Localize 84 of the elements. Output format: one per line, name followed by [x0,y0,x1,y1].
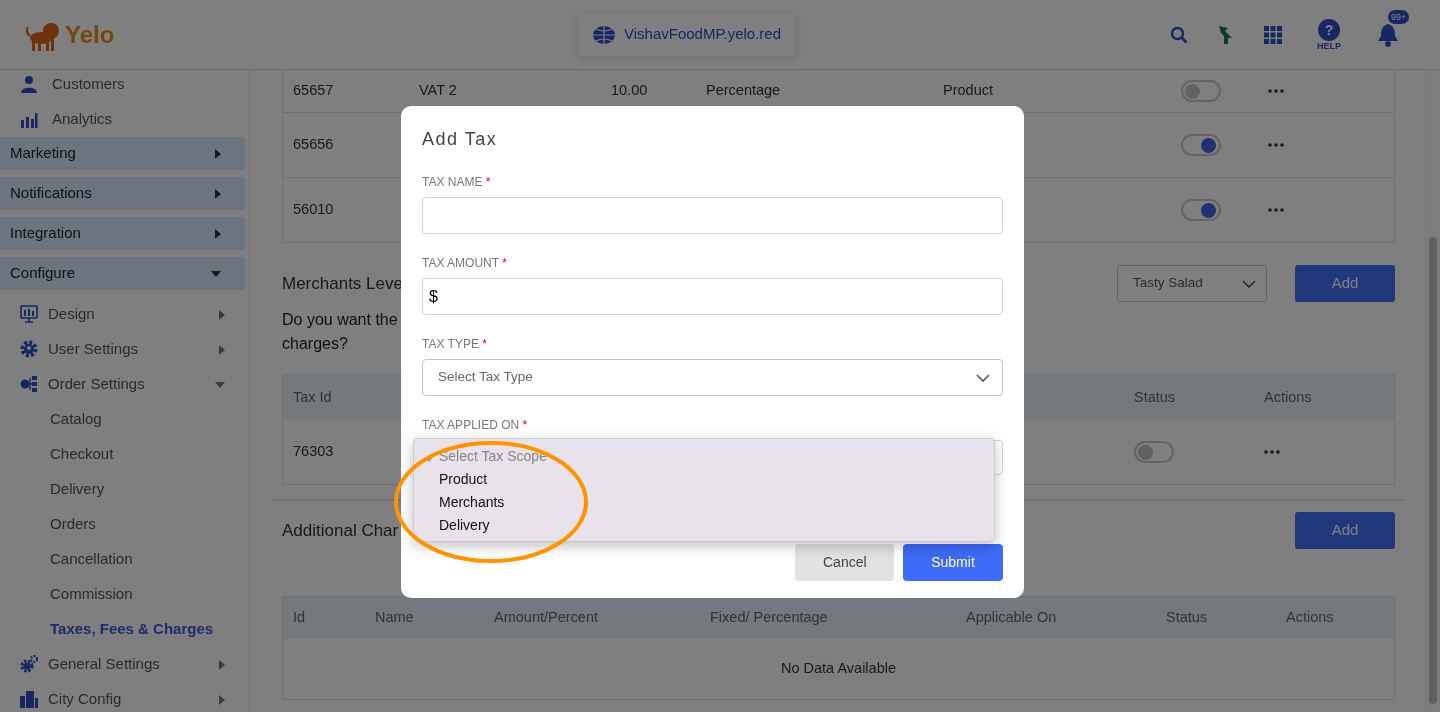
chevron-down-icon [976,373,990,382]
question-text: Do you want the [282,310,398,330]
sidebar-item[interactable]: User Settings [0,332,249,367]
dropdown-option[interactable]: Merchants [414,491,994,514]
table-cell: 76303 [293,443,334,460]
column-header: Tax Id [293,388,332,405]
toggle-switch[interactable] [1181,199,1221,221]
column-header: Status [1166,609,1208,626]
sidebar-item[interactable]: Commission [0,577,249,612]
toggle-switch[interactable] [1134,441,1174,463]
submit-button[interactable]: Submit [903,544,1003,581]
question-text: charges? [282,334,348,354]
column-header: Actions [1264,388,1312,405]
column-header: Name [375,609,414,626]
search-icon[interactable] [1170,25,1188,44]
sidebar-item[interactable]: Taxes, Fees & Charges [0,612,249,647]
scrollbar-thumb[interactable] [1429,237,1437,704]
sidebar-section[interactable]: Notifications [0,177,245,210]
flowchart-icon [20,375,38,394]
more-icon[interactable] [1268,89,1284,93]
url-link[interactable]: VishavFoodMP.yelo.red [577,12,797,57]
leaf-icon[interactable] [1218,24,1234,45]
table-cell: 56010 [293,201,334,218]
column-header: Amount/Percent [494,609,598,626]
add-button[interactable]: Add [1295,512,1395,549]
sidebar-section[interactable]: Configure [0,257,245,290]
field-label: TAX APPLIED ON * [422,417,529,434]
sidebar-item[interactable]: Delivery [0,472,249,507]
toggle-switch[interactable] [1181,80,1221,102]
column-header: Applicable On [966,609,1057,626]
sidebar-item[interactable]: Orders [0,507,249,542]
table-cell: 65657 [293,82,334,99]
globe-icon [592,24,616,45]
column-header: Id [293,609,306,626]
bar-chart-icon [20,110,38,129]
dropdown-option[interactable]: Product [414,468,994,491]
field-label: TAX TYPE * [422,336,488,353]
more-icon[interactable] [1264,450,1280,454]
column-header: Status [1134,388,1176,405]
table-cell: 65656 [293,136,334,153]
column-header: Fixed/ Percentage [710,609,828,626]
merchant-select[interactable]: Tasty Salad [1117,265,1267,302]
sidebar-item[interactable]: Design [0,297,249,332]
gear-icon [20,340,38,359]
cancel-button[interactable]: Cancel [795,544,894,581]
field-label: TAX AMOUNT * [422,255,508,272]
toggle-switch[interactable] [1181,134,1221,156]
sidebar-item[interactable]: Analytics [0,102,249,137]
sidebar-item[interactable]: Customers [0,70,249,102]
section-title: Additional Char [282,519,399,542]
table-cell: Percentage [706,82,781,99]
sidebar-item[interactable]: Order Settings [0,367,249,402]
select-field[interactable]: Select Tax Type [422,359,1003,396]
empty-message: No Data Available [781,659,896,679]
sidebar-item[interactable]: Cancellation [0,542,249,577]
dialog-title: Add Tax [422,128,499,151]
gears-icon [20,655,38,674]
dropdown-option[interactable]: Delivery [414,514,994,537]
help-button[interactable]: ? HELP [1312,18,1346,51]
sidebar-item[interactable]: Checkout [0,437,249,472]
logo-text: Yelo [65,19,115,50]
notification-badge: 99+ [1388,9,1410,24]
table-cell: Product [943,82,993,99]
sidebar-section[interactable]: Marketing [0,137,245,170]
field-label: TAX NAME * [422,174,492,191]
table-cell: 10.00 [611,82,648,99]
grid-icon[interactable] [1264,25,1282,44]
column-header: Actions [1286,609,1334,626]
input-field[interactable] [422,197,1003,234]
chevron-down-icon [1242,279,1256,288]
section-title: Merchants Leve [282,272,403,295]
bell-icon[interactable] [1376,21,1400,48]
sidebar-item[interactable]: General Settings [0,647,249,682]
sidebar-item[interactable]: Catalog [0,402,249,437]
add-button[interactable]: Add [1295,265,1395,302]
buildings-icon [20,690,38,709]
table-cell: VAT 2 [419,82,457,99]
person-icon [20,75,38,94]
monitor-icon [20,305,38,324]
input-field[interactable]: $ [422,278,1003,315]
more-icon[interactable] [1268,208,1284,212]
more-icon[interactable] [1268,143,1284,147]
sidebar-item[interactable]: City Config [0,682,249,712]
sidebar-section[interactable]: Integration [0,217,245,250]
